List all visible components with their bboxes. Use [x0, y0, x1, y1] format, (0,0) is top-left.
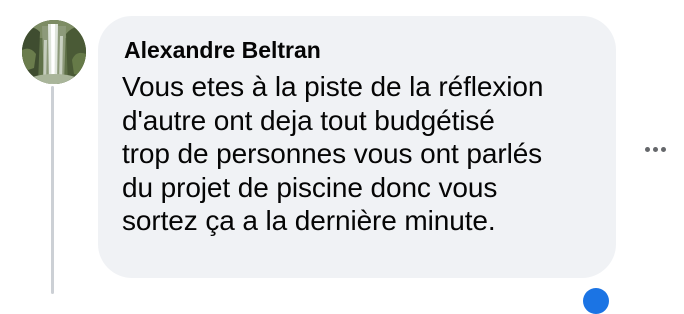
waterfall-photo-icon [22, 20, 86, 84]
more-options-icon-dot [652, 146, 658, 152]
thread-line [51, 86, 54, 294]
more-options-icon [644, 146, 650, 152]
more-options-icon-dot [660, 146, 666, 152]
like-reaction-icon[interactable] [583, 288, 609, 314]
comment-bubble: Alexandre Beltran Vous etes à la piste d… [98, 16, 616, 278]
more-options-button[interactable] [640, 138, 670, 160]
avatar[interactable] [22, 20, 86, 84]
comment-text: Vous etes à la piste de la réflexion d'a… [122, 71, 544, 236]
comment-author-name[interactable]: Alexandre Beltran [124, 36, 592, 64]
